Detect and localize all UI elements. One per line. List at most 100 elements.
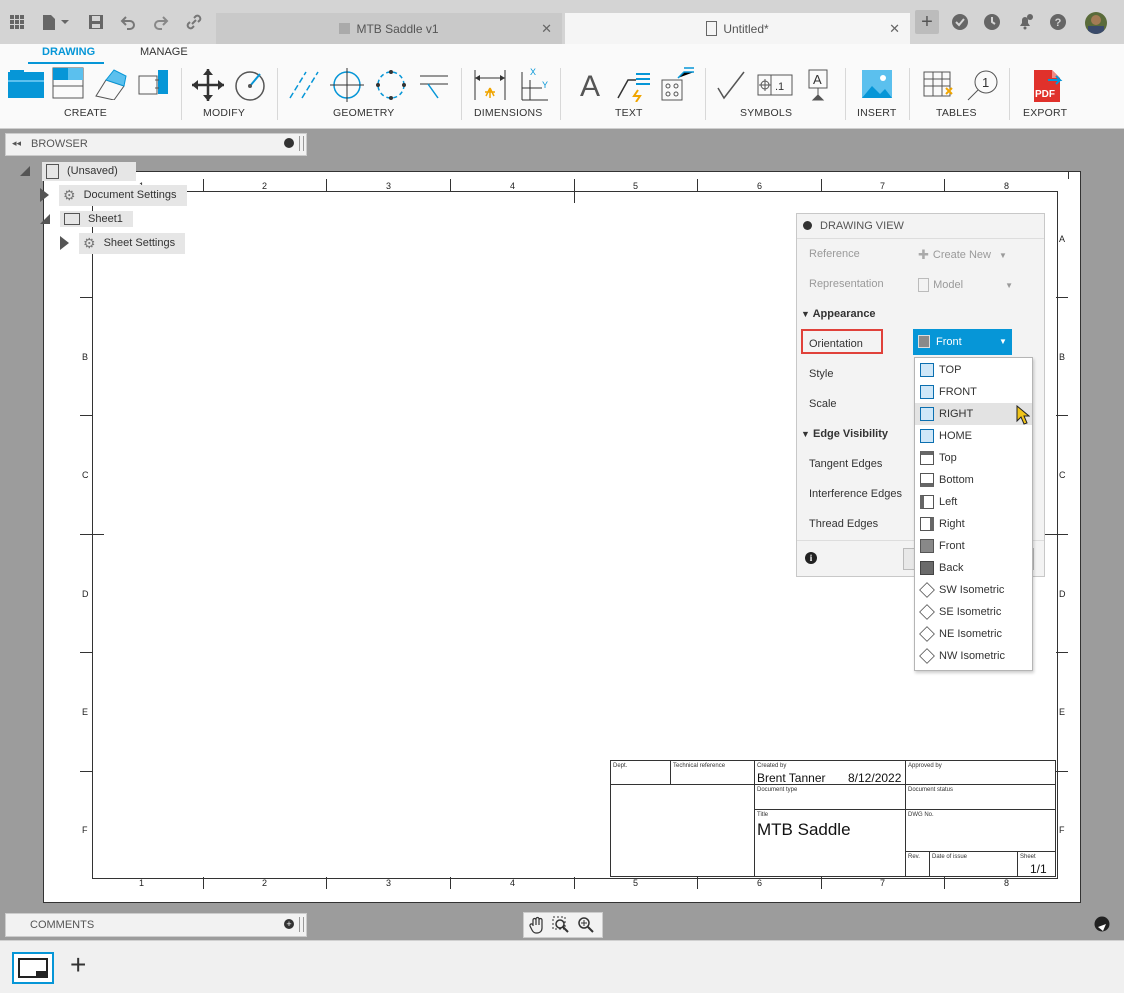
group-dimensions[interactable]: DIMENSIONS xyxy=(474,107,543,119)
section-view-icon[interactable] xyxy=(94,68,128,100)
table-icon[interactable] xyxy=(922,70,956,100)
browser-root[interactable]: (Unsaved) xyxy=(20,161,136,181)
option-right[interactable]: Right xyxy=(915,513,1032,535)
link-icon[interactable] xyxy=(182,10,206,34)
browser-item-document-settings[interactable]: ⚙ Document Settings xyxy=(40,184,187,206)
feature-control-frame-icon[interactable]: .1 xyxy=(757,72,793,98)
pan-icon[interactable] xyxy=(528,916,546,934)
collapse-triangle-icon[interactable] xyxy=(20,166,30,176)
option-se-isometric[interactable]: SE Isometric xyxy=(915,601,1032,623)
collapse-browser-icon[interactable]: ◂◂ xyxy=(12,138,21,149)
option-nw-isometric[interactable]: NW Isometric xyxy=(915,645,1032,667)
extensions-icon[interactable] xyxy=(948,10,972,34)
reference-select[interactable]: ✚ Create New ▼ xyxy=(918,246,1013,264)
insert-image-icon[interactable] xyxy=(861,68,893,100)
browser-resize-handle[interactable] xyxy=(299,136,304,151)
app-grid-icon[interactable] xyxy=(5,10,29,34)
projected-view-icon[interactable] xyxy=(52,66,84,100)
option-front[interactable]: Front xyxy=(915,535,1032,557)
detail-view-icon[interactable] xyxy=(138,68,170,100)
option-right-upper[interactable]: RIGHT xyxy=(915,403,1032,425)
ordinate-dimension-icon[interactable]: XY xyxy=(516,66,550,102)
option-ne-isometric[interactable]: NE Isometric xyxy=(915,623,1032,645)
cube-icon xyxy=(339,23,351,34)
group-tables[interactable]: TABLES xyxy=(936,107,977,119)
group-modify[interactable]: MODIFY xyxy=(203,107,245,119)
group-text[interactable]: TEXT xyxy=(615,107,643,119)
group-create[interactable]: CREATE xyxy=(64,107,107,119)
svg-text:A: A xyxy=(813,72,822,87)
user-avatar[interactable] xyxy=(1085,12,1107,34)
edge-visibility-section[interactable]: ▼ Edge Visibility xyxy=(801,428,888,440)
top-view-cube-icon xyxy=(920,451,934,465)
add-comment-icon[interactable]: + xyxy=(284,919,294,929)
expand-triangle-icon[interactable] xyxy=(60,236,69,250)
text-icon[interactable]: A xyxy=(580,70,600,104)
job-status-icon[interactable] xyxy=(980,10,1004,34)
base-view-icon[interactable] xyxy=(8,66,44,102)
help-icon[interactable]: ? xyxy=(1046,10,1070,34)
navigation-bar xyxy=(523,912,603,938)
balloon-icon[interactable]: 1 xyxy=(966,68,1000,102)
option-top[interactable]: Top xyxy=(915,447,1032,469)
dialog-header[interactable]: DRAWING VIEW xyxy=(797,214,1044,239)
gear-icon: ⚙ xyxy=(83,234,96,251)
navigate-arrow-icon[interactable] xyxy=(1094,916,1110,932)
info-icon[interactable]: i xyxy=(805,552,817,564)
option-home[interactable]: HOME xyxy=(915,425,1032,447)
minimize-browser-icon[interactable] xyxy=(284,138,294,148)
group-export[interactable]: EXPORT xyxy=(1023,107,1067,119)
notifications-icon[interactable] xyxy=(1013,10,1037,34)
tab-mtb-saddle[interactable]: MTB Saddle v1 ✕ xyxy=(216,13,562,44)
center-mark-pattern-icon[interactable] xyxy=(374,68,408,102)
add-sheet-icon[interactable]: + xyxy=(70,951,86,979)
dwg-cell: DWG No. xyxy=(905,809,1056,852)
centerline-icon[interactable] xyxy=(288,70,320,100)
option-back[interactable]: Back xyxy=(915,557,1032,579)
surface-texture-icon[interactable] xyxy=(716,70,748,100)
expand-triangle-icon[interactable] xyxy=(40,188,49,202)
dimension-icon[interactable] xyxy=(473,68,507,102)
representation-select[interactable]: Model ▼ xyxy=(918,276,1013,294)
group-symbols[interactable]: SYMBOLS xyxy=(740,107,792,119)
tab-untitled[interactable]: Untitled* ✕ xyxy=(565,13,910,44)
zone-row-label: E xyxy=(82,707,89,717)
option-bottom[interactable]: Bottom xyxy=(915,469,1032,491)
option-top-upper[interactable]: TOP xyxy=(915,359,1032,381)
option-sw-isometric[interactable]: SW Isometric xyxy=(915,579,1032,601)
tab-manage[interactable]: MANAGE xyxy=(140,46,188,58)
zoom-icon[interactable] xyxy=(577,916,595,934)
minimize-dialog-icon[interactable] xyxy=(803,221,812,230)
close-tab-icon[interactable]: ✕ xyxy=(541,21,552,37)
browser-item-sheet-settings[interactable]: ⚙ Sheet Settings xyxy=(60,232,186,254)
edge-extension-icon[interactable] xyxy=(418,70,450,100)
pdf-export-icon[interactable]: PDF xyxy=(1030,68,1064,104)
datum-identifier-icon[interactable]: A xyxy=(803,68,833,102)
group-insert[interactable]: INSERT xyxy=(857,107,897,119)
move-icon[interactable] xyxy=(191,68,225,102)
undo-icon[interactable] xyxy=(116,10,140,34)
close-tab-icon[interactable]: ✕ xyxy=(889,21,900,37)
comments-resize-handle[interactable] xyxy=(299,917,304,932)
leader-icon[interactable] xyxy=(614,68,654,102)
named-view-icon xyxy=(920,363,934,377)
option-left[interactable]: Left xyxy=(915,491,1032,513)
file-menu-icon[interactable] xyxy=(38,10,72,34)
center-mark-icon[interactable] xyxy=(330,68,364,102)
note-icon[interactable] xyxy=(660,66,696,102)
group-geometry[interactable]: GEOMETRY xyxy=(333,107,395,119)
option-front-upper[interactable]: FRONT xyxy=(915,381,1032,403)
browser-item-sheet1[interactable]: Sheet1 xyxy=(40,209,133,229)
browser-panel-header[interactable]: ◂◂ BROWSER xyxy=(5,133,307,156)
zoom-window-icon[interactable] xyxy=(552,916,570,934)
collapse-triangle-icon[interactable] xyxy=(40,214,50,224)
redo-icon[interactable] xyxy=(149,10,173,34)
orientation-dropdown[interactable]: Front ▼ xyxy=(913,329,1012,355)
sheet-thumbnail[interactable] xyxy=(12,952,54,984)
appearance-section[interactable]: ▼ Appearance xyxy=(801,308,876,320)
tab-drawing[interactable]: DRAWING xyxy=(42,46,95,58)
comments-panel-header[interactable]: COMMENTS + xyxy=(5,913,307,937)
rotate-icon[interactable] xyxy=(233,68,267,102)
new-tab-icon[interactable]: + xyxy=(915,10,939,34)
save-icon[interactable] xyxy=(84,10,108,34)
